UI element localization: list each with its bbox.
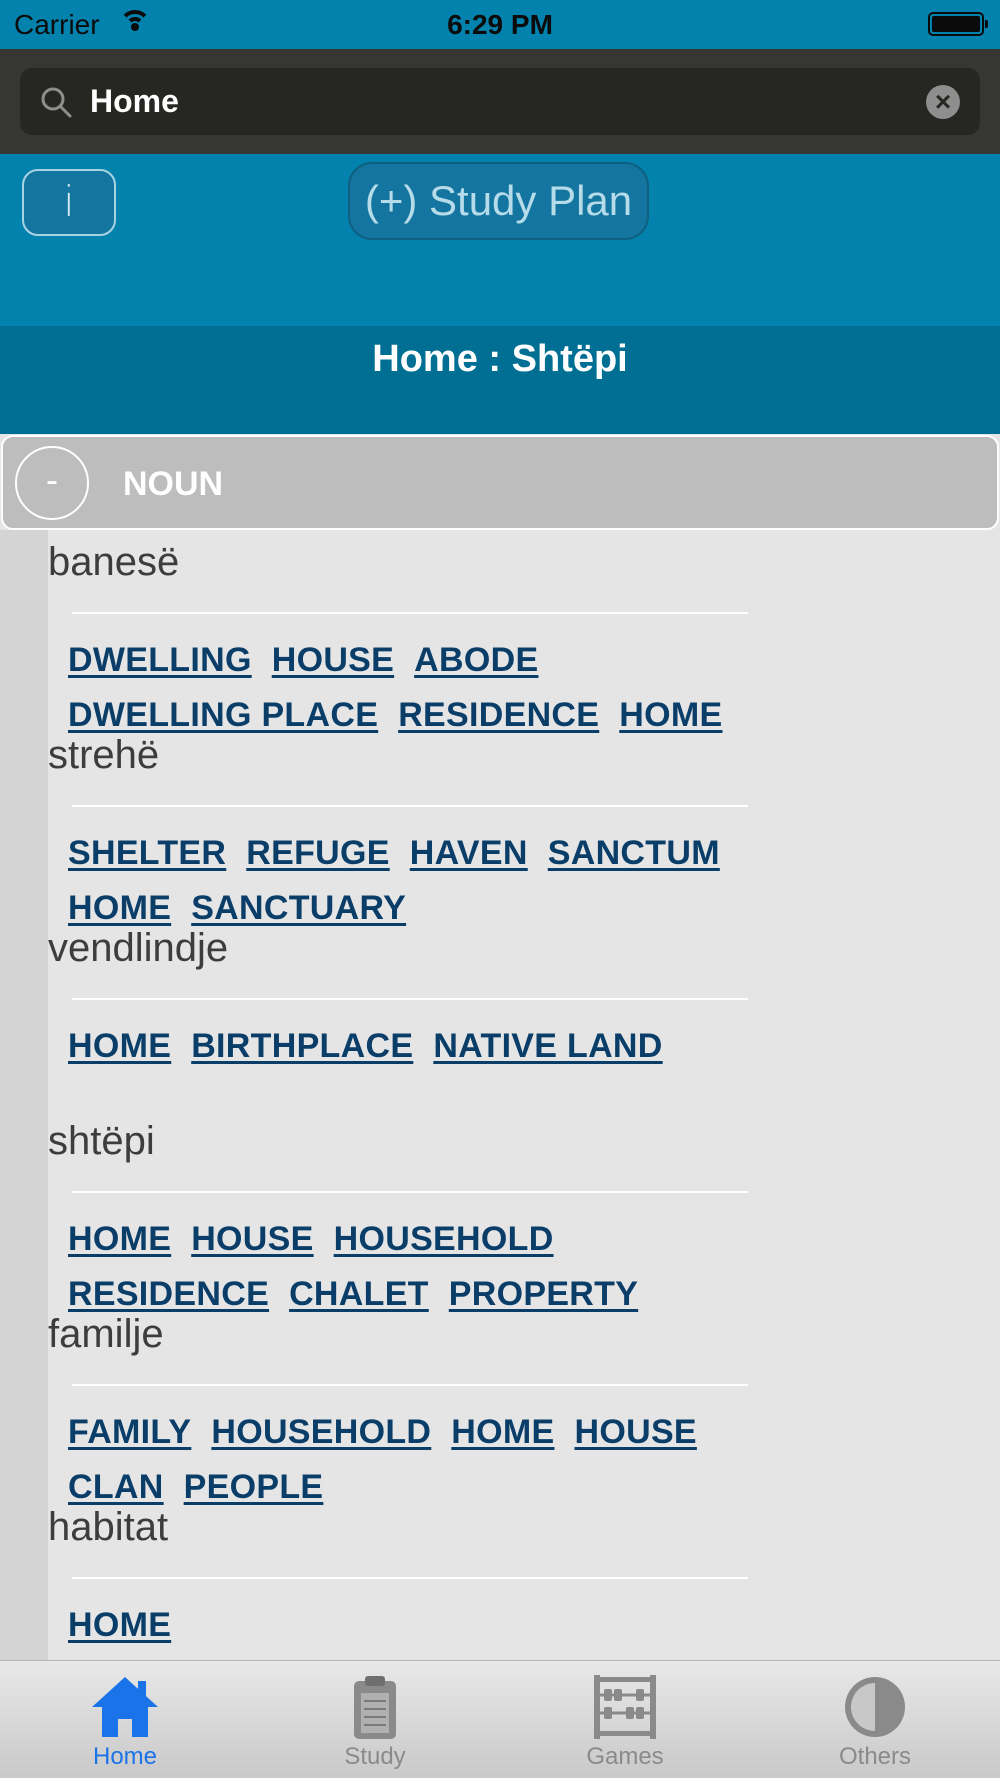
list-item: shtëpi HOME HOUSE HOUSEHOLDRESIDENCE CHALET…: [48, 1119, 768, 1313]
list-item: strehë SHELTER REFUGE HAVEN SANCTUMHOME SANC…: [48, 733, 768, 927]
status-bar: Carrier 6:29 PM: [0, 0, 1000, 49]
house-icon: [92, 1677, 158, 1737]
translation-link[interactable]: PROPERTY: [449, 1270, 638, 1318]
entry-word: familje: [48, 1312, 164, 1356]
half-circle-icon: [845, 1677, 905, 1737]
translation-link[interactable]: HOME: [68, 884, 171, 932]
translation-link[interactable]: NATIVE LAND: [433, 1022, 662, 1070]
translation-link[interactable]: HOME: [619, 691, 722, 739]
list-item: vendlindje HOME BIRTHPLACE NATIVE LAND: [48, 926, 768, 1116]
translation-link[interactable]: HOME: [68, 1215, 171, 1263]
translation-tags: FAMILY HOUSEHOLD HOME HOUSE CLAN PEOPLE: [68, 1408, 768, 1518]
word-header: Home : Shtëpi: [0, 326, 1000, 434]
tab-home[interactable]: Home: [0, 1661, 250, 1778]
search-icon: [41, 87, 72, 118]
divider: [72, 998, 748, 1000]
tab-label: Games: [586, 1743, 664, 1770]
translation-tags: DWELLING HOUSE ABODE DWELLING PLACE RESIDENC…: [68, 636, 768, 746]
clock: 6:29 PM: [447, 9, 553, 40]
tab-study[interactable]: Study: [250, 1661, 500, 1778]
search-bar: ×: [0, 49, 1000, 154]
collapse-button[interactable]: -: [15, 446, 89, 520]
divider: [72, 805, 748, 807]
divider: [72, 1191, 748, 1193]
translation-link[interactable]: HOME: [68, 1601, 171, 1649]
list-item: banesë DWELLING HOUSE ABODEDWELLING PLACE R…: [48, 540, 768, 734]
translation-link[interactable]: SANCTUARY: [191, 884, 406, 932]
list-item: familje FAMILY HOUSEHOLD HOME HOUSECLAN PEOP…: [48, 1312, 768, 1506]
translation-link[interactable]: RESIDENCE: [68, 1270, 269, 1318]
divider: [72, 1577, 748, 1579]
translation-link[interactable]: HOME: [68, 1022, 171, 1070]
entry-word: strehë: [48, 733, 160, 777]
translation-link[interactable]: RESIDENCE: [398, 691, 599, 739]
translation-link[interactable]: DWELLING PLACE: [68, 691, 378, 739]
entry-word: shtëpi: [48, 1119, 155, 1163]
translation-link[interactable]: REFUGE: [246, 829, 389, 877]
entry-word: banesë: [48, 540, 180, 584]
translation-link[interactable]: PEOPLE: [184, 1463, 324, 1511]
section-header-noun[interactable]: - NOUN: [1, 435, 999, 530]
entry-word: habitat: [48, 1505, 169, 1549]
entry-word: vendlindje: [48, 926, 229, 970]
tab-games[interactable]: Games: [500, 1661, 750, 1778]
battery-icon: [928, 12, 988, 36]
search-field[interactable]: ×: [20, 68, 980, 135]
search-input[interactable]: [90, 80, 890, 122]
divider: [72, 612, 748, 614]
add-study-plan-button[interactable]: (+) Study Plan: [348, 162, 649, 240]
translation-link[interactable]: SANCTUM: [548, 829, 720, 877]
translation-tags: HOME: [68, 1601, 768, 1656]
tab-label: Home: [92, 1743, 158, 1770]
clear-icon[interactable]: ×: [926, 85, 960, 119]
page-title: Home : Shtëpi: [372, 338, 628, 380]
abacus-icon: [594, 1675, 656, 1739]
translation-link[interactable]: HOUSEHOLD: [334, 1215, 554, 1263]
section-label: NOUN: [123, 465, 224, 503]
translation-link[interactable]: HOUSEHOLD: [211, 1408, 431, 1456]
translation-tags: SHELTER REFUGE HAVEN SANCTUM HOME SANCTUARY: [68, 829, 768, 939]
list-left-margin: [0, 530, 48, 1660]
translation-link[interactable]: DWELLING: [68, 636, 252, 684]
translation-tags: HOME HOUSE HOUSEHOLD RESIDENCE CHALET PROPERT…: [68, 1215, 768, 1325]
translation-link[interactable]: CLAN: [68, 1463, 164, 1511]
translation-link[interactable]: SHELTER: [68, 829, 226, 877]
translation-link[interactable]: CHALET: [289, 1270, 429, 1318]
translation-link[interactable]: FAMILY: [68, 1408, 191, 1456]
translation-link[interactable]: HOUSE: [272, 636, 394, 684]
translation-link[interactable]: HOUSE: [574, 1408, 696, 1456]
toolbar: i (+) Study Plan: [0, 154, 1000, 326]
translation-link[interactable]: HOME: [451, 1408, 554, 1456]
tab-label: Others: [838, 1743, 912, 1770]
translation-link[interactable]: BIRTHPLACE: [191, 1022, 413, 1070]
translation-tags: HOME BIRTHPLACE NATIVE LAND: [68, 1022, 768, 1077]
translation-link[interactable]: HOUSE: [191, 1215, 313, 1263]
clipboard-icon: [354, 1676, 396, 1739]
info-button[interactable]: i: [22, 169, 116, 236]
tab-label: Study: [344, 1743, 406, 1770]
translation-link[interactable]: ABODE: [414, 636, 538, 684]
tab-others[interactable]: Others: [750, 1661, 1000, 1778]
list-item: habitat HOME: [48, 1505, 768, 1655]
divider: [72, 1384, 748, 1386]
translation-link[interactable]: HAVEN: [410, 829, 528, 877]
tab-bar: Home Study Games Others: [0, 1660, 1000, 1778]
